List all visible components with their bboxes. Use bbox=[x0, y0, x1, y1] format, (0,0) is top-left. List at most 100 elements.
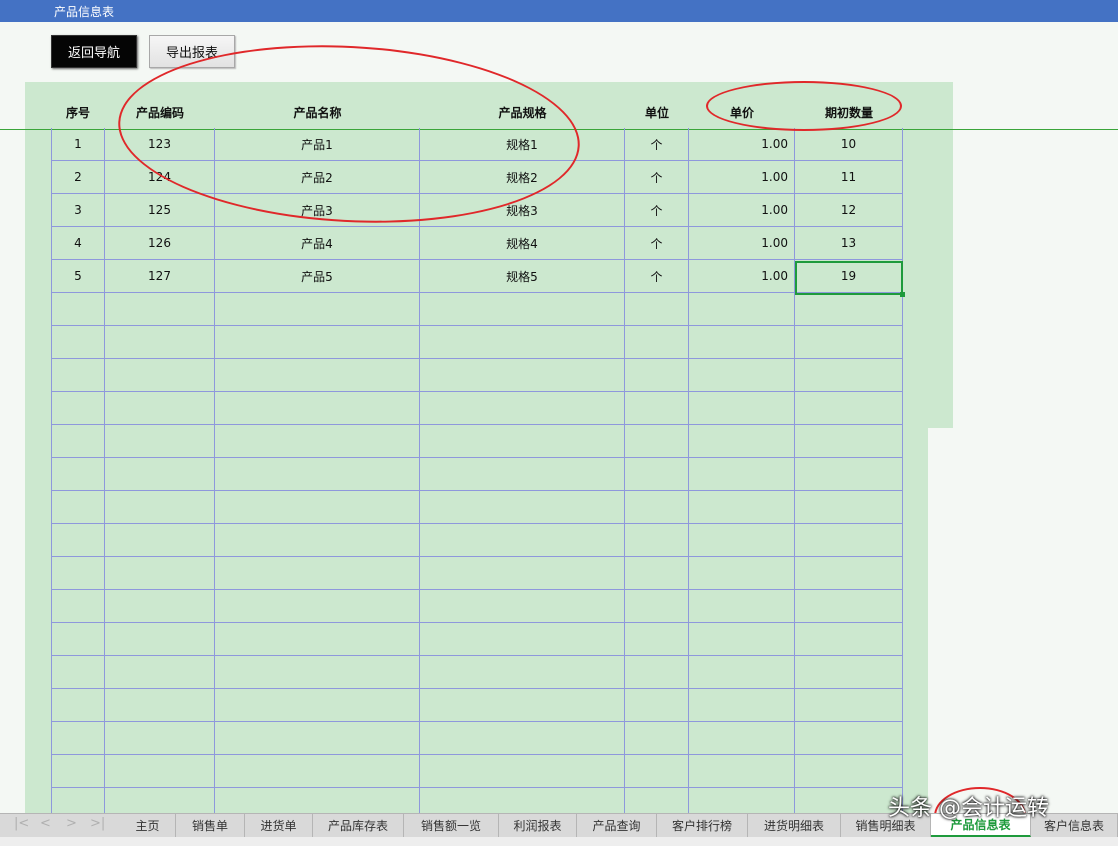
cell-name[interactable] bbox=[215, 326, 420, 359]
cell-price[interactable] bbox=[689, 293, 795, 326]
cell-unit[interactable] bbox=[625, 656, 689, 689]
cell-qty[interactable]: 10 bbox=[795, 128, 903, 161]
cell-name[interactable] bbox=[215, 590, 420, 623]
cell-qty[interactable] bbox=[795, 491, 903, 524]
cell-spec[interactable] bbox=[420, 326, 625, 359]
cell-price[interactable] bbox=[689, 491, 795, 524]
cell-qty[interactable]: 19 bbox=[795, 260, 903, 293]
cell-name[interactable] bbox=[215, 755, 420, 788]
cell-spec[interactable] bbox=[420, 557, 625, 590]
cell-seq[interactable] bbox=[51, 656, 105, 689]
cell-name[interactable]: 产品5 bbox=[215, 260, 420, 293]
cell-price[interactable]: 1.00 bbox=[689, 227, 795, 260]
cell-unit[interactable] bbox=[625, 623, 689, 656]
sheet-tab[interactable]: 进货明细表 bbox=[748, 814, 841, 837]
cell-code[interactable] bbox=[105, 293, 215, 326]
cell-code[interactable]: 123 bbox=[105, 128, 215, 161]
cell-unit[interactable] bbox=[625, 755, 689, 788]
cell-spec[interactable] bbox=[420, 590, 625, 623]
sheet-tab[interactable]: 销售单 bbox=[176, 814, 245, 837]
cell-seq[interactable]: 5 bbox=[51, 260, 105, 293]
cell-spec[interactable] bbox=[420, 491, 625, 524]
cell-spec[interactable]: 规格4 bbox=[420, 227, 625, 260]
cell-unit[interactable]: 个 bbox=[625, 227, 689, 260]
cell-unit[interactable] bbox=[625, 293, 689, 326]
cell-price[interactable]: 1.00 bbox=[689, 161, 795, 194]
cell-qty[interactable]: 12 bbox=[795, 194, 903, 227]
cell-qty[interactable] bbox=[795, 557, 903, 590]
cell-price[interactable] bbox=[689, 524, 795, 557]
cell-price[interactable] bbox=[689, 359, 795, 392]
cell-qty[interactable] bbox=[795, 656, 903, 689]
cell-seq[interactable] bbox=[51, 359, 105, 392]
cell-qty[interactable]: 11 bbox=[795, 161, 903, 194]
cell-qty[interactable] bbox=[795, 623, 903, 656]
cell-name[interactable] bbox=[215, 656, 420, 689]
cell-unit[interactable]: 个 bbox=[625, 161, 689, 194]
cell-unit[interactable]: 个 bbox=[625, 260, 689, 293]
cell-price[interactable] bbox=[689, 590, 795, 623]
cell-price[interactable]: 1.00 bbox=[689, 194, 795, 227]
cell-unit[interactable] bbox=[625, 425, 689, 458]
cell-qty[interactable] bbox=[795, 590, 903, 623]
cell-price[interactable] bbox=[689, 623, 795, 656]
cell-price[interactable]: 1.00 bbox=[689, 128, 795, 161]
cell-seq[interactable] bbox=[51, 722, 105, 755]
cell-price[interactable]: 1.00 bbox=[689, 260, 795, 293]
cell-spec[interactable]: 规格5 bbox=[420, 260, 625, 293]
cell-seq[interactable]: 1 bbox=[51, 128, 105, 161]
sheet-tab[interactable]: 利润报表 bbox=[499, 814, 577, 837]
cell-code[interactable] bbox=[105, 689, 215, 722]
cell-seq[interactable] bbox=[51, 590, 105, 623]
cell-unit[interactable] bbox=[625, 326, 689, 359]
export-report-button[interactable]: 导出报表 bbox=[149, 35, 235, 68]
cell-name[interactable]: 产品2 bbox=[215, 161, 420, 194]
cell-name[interactable] bbox=[215, 557, 420, 590]
last-sheet-icon[interactable]: >| bbox=[90, 816, 105, 831]
cell-spec[interactable]: 规格2 bbox=[420, 161, 625, 194]
cell-code[interactable] bbox=[105, 326, 215, 359]
cell-seq[interactable]: 4 bbox=[51, 227, 105, 260]
cell-unit[interactable] bbox=[625, 722, 689, 755]
cell-qty[interactable] bbox=[795, 524, 903, 557]
cell-name[interactable]: 产品3 bbox=[215, 194, 420, 227]
sheet-tab[interactable]: 主页 bbox=[120, 814, 176, 837]
cell-qty[interactable] bbox=[795, 722, 903, 755]
cell-spec[interactable] bbox=[420, 458, 625, 491]
cell-unit[interactable] bbox=[625, 392, 689, 425]
cell-qty[interactable] bbox=[795, 392, 903, 425]
cell-spec[interactable] bbox=[420, 722, 625, 755]
cell-unit[interactable] bbox=[625, 557, 689, 590]
cell-unit[interactable] bbox=[625, 491, 689, 524]
cell-seq[interactable]: 3 bbox=[51, 194, 105, 227]
cell-name[interactable] bbox=[215, 524, 420, 557]
cell-code[interactable]: 127 bbox=[105, 260, 215, 293]
cell-qty[interactable]: 13 bbox=[795, 227, 903, 260]
cell-price[interactable] bbox=[689, 557, 795, 590]
cell-name[interactable]: 产品1 bbox=[215, 128, 420, 161]
cell-code[interactable] bbox=[105, 755, 215, 788]
cell-code[interactable]: 125 bbox=[105, 194, 215, 227]
cell-seq[interactable] bbox=[51, 425, 105, 458]
cell-price[interactable] bbox=[689, 458, 795, 491]
cell-name[interactable] bbox=[215, 722, 420, 755]
cell-code[interactable]: 126 bbox=[105, 227, 215, 260]
cell-seq[interactable] bbox=[51, 557, 105, 590]
cell-qty[interactable] bbox=[795, 326, 903, 359]
cell-name[interactable] bbox=[215, 392, 420, 425]
cell-qty[interactable] bbox=[795, 359, 903, 392]
sheet-tab[interactable]: 产品查询 bbox=[577, 814, 657, 837]
next-sheet-icon[interactable]: > bbox=[66, 816, 77, 831]
prev-sheet-icon[interactable]: < bbox=[40, 816, 51, 831]
cell-seq[interactable] bbox=[51, 293, 105, 326]
cell-code[interactable] bbox=[105, 722, 215, 755]
sheet-tab[interactable]: 产品库存表 bbox=[313, 814, 404, 837]
cell-spec[interactable] bbox=[420, 293, 625, 326]
cell-name[interactable] bbox=[215, 359, 420, 392]
cell-spec[interactable] bbox=[420, 524, 625, 557]
cell-spec[interactable] bbox=[420, 755, 625, 788]
cell-unit[interactable] bbox=[625, 689, 689, 722]
cell-code[interactable] bbox=[105, 491, 215, 524]
back-to-navigation-button[interactable]: 返回导航 bbox=[51, 35, 137, 68]
cell-unit[interactable] bbox=[625, 458, 689, 491]
